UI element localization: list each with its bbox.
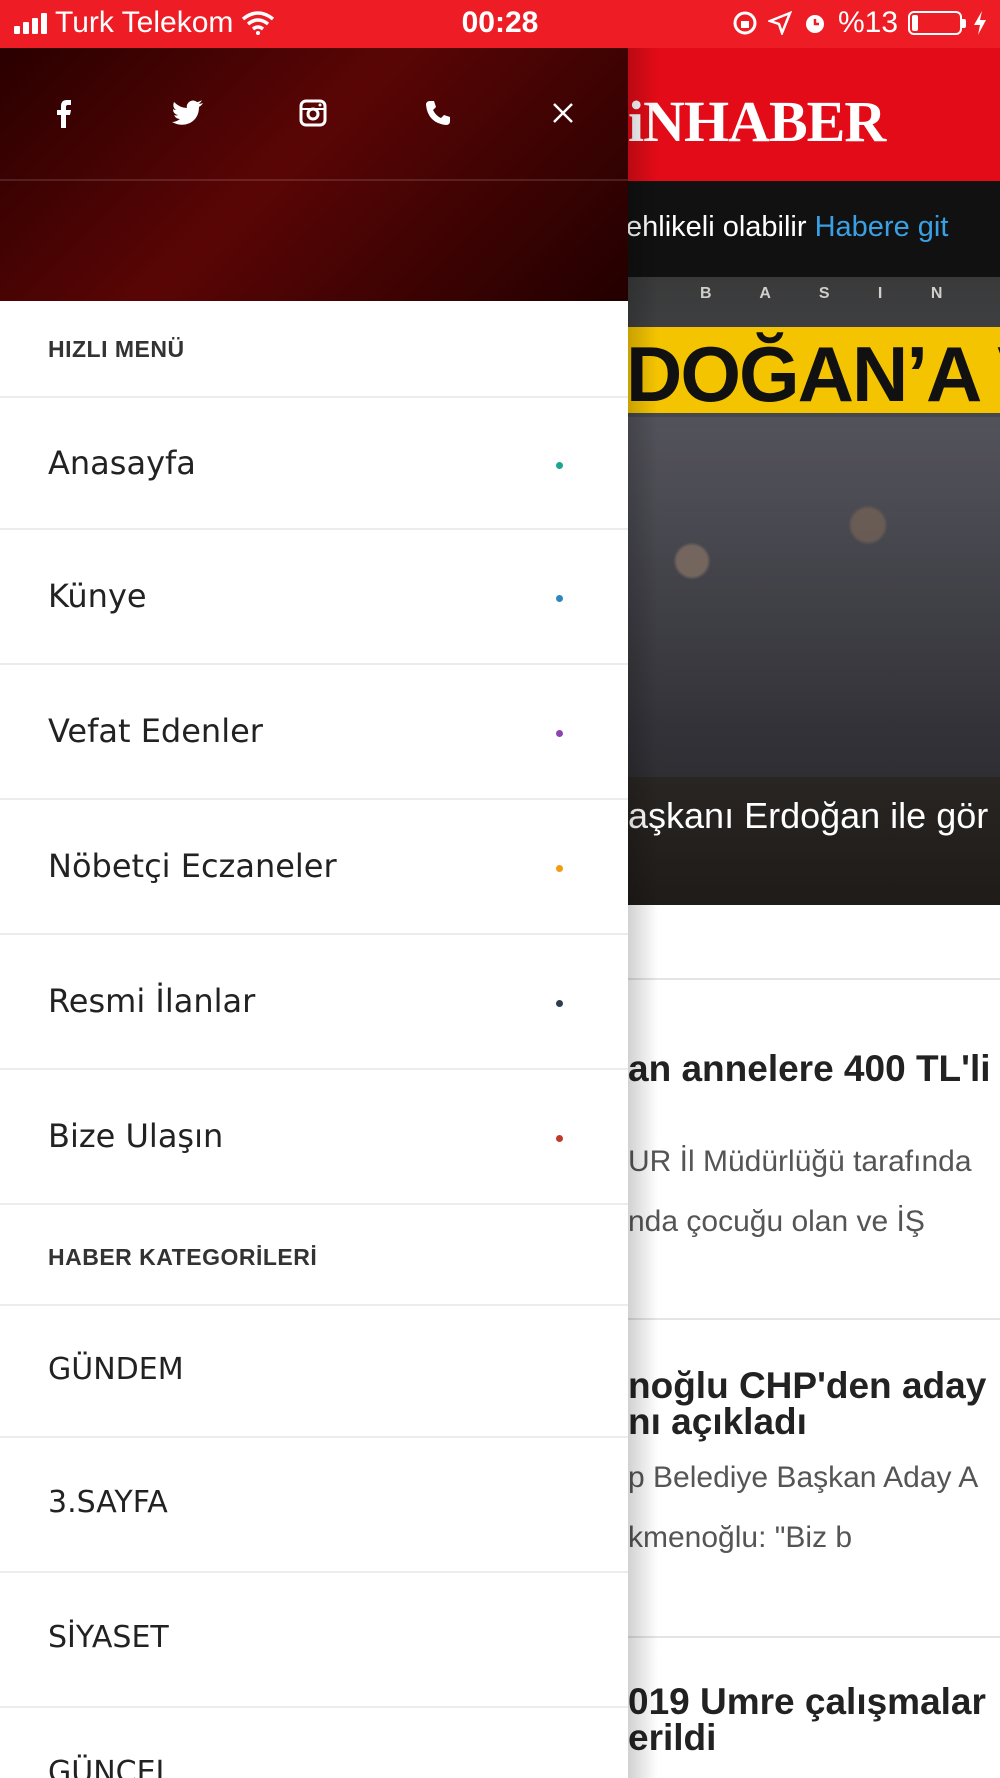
close-icon[interactable] (538, 88, 588, 138)
menu-item-label: Anasayfa (48, 444, 196, 482)
category-label: GÜNDEM (48, 1352, 184, 1387)
news-summary: UR İl Müdürlüğü tarafında nda çocuğu ola… (628, 1132, 972, 1252)
category-guncel[interactable]: GÜNCEL (0, 1709, 628, 1778)
menu-dot (556, 730, 563, 737)
site-logo[interactable]: iNHABER (628, 88, 886, 155)
hero-watermark: B A S I N (700, 285, 965, 302)
battery-icon (908, 11, 966, 35)
news-summary-line: p Belediye Başkan Aday A (628, 1461, 979, 1494)
drawer-shadow (628, 48, 658, 1778)
battery-percent: %13 (837, 6, 898, 39)
category-label: SİYASET (48, 1620, 169, 1655)
menu-dot (556, 595, 563, 602)
drawer-header (0, 48, 628, 301)
phone-icon[interactable] (413, 88, 463, 138)
menu-dot (556, 1000, 563, 1007)
quick-menu-heading: HIZLI MENÜ (48, 336, 185, 362)
menu-dot (556, 1135, 563, 1142)
facebook-icon[interactable] (38, 88, 88, 138)
charging-bolt-icon (974, 11, 986, 35)
news-summary-line: kmenoğlu: "Biz b (628, 1521, 853, 1554)
twitter-icon[interactable] (163, 88, 213, 138)
menu-item-label: Resmi İlanlar (48, 982, 256, 1020)
menu-item-resmi-ilanlar[interactable]: Resmi İlanlar (0, 936, 628, 1070)
ticker-link[interactable]: Habere git (815, 211, 949, 243)
category-3-sayfa[interactable]: 3.SAYFA (0, 1439, 628, 1573)
menu-item-label: Vefat Edenler (48, 712, 263, 750)
news-title: nı açıkladı (628, 1401, 807, 1442)
news-summary-line: UR İl Müdürlüğü tarafında (628, 1145, 972, 1178)
menu-item-kunye[interactable]: Künye (0, 531, 628, 665)
menu-item-bize-ulasin[interactable]: Bize Ulaşın (0, 1071, 628, 1205)
side-drawer: HIZLI MENÜ Anasayfa Künye Vefat Edenler … (0, 48, 628, 1778)
news-item[interactable]: 019 Umre çalışmalar erildi (628, 1681, 986, 1758)
orientation-lock-icon (733, 11, 757, 35)
category-siyaset[interactable]: SİYASET (0, 1574, 628, 1708)
menu-item-label: Nöbetçi Eczaneler (48, 847, 337, 885)
menu-item-vefat-edenler[interactable]: Vefat Edenler (0, 666, 628, 800)
status-bar: Turk Telekom 00:28 %13 (0, 0, 1000, 48)
menu-item-label: Bize Ulaşın (48, 1117, 224, 1155)
menu-item-anasayfa[interactable]: Anasayfa (0, 396, 628, 530)
news-item[interactable]: noğlu CHP'den aday nı açıkladı (628, 1365, 987, 1442)
instagram-icon[interactable] (288, 88, 338, 138)
news-title: 019 Umre çalışmalar (628, 1681, 986, 1722)
menu-item-label: Künye (48, 577, 147, 615)
news-title: an annelere 400 TL'li (628, 1048, 991, 1089)
category-label: GÜNCEL (48, 1755, 173, 1778)
drawer-header-divider (0, 179, 628, 181)
category-gundem[interactable]: GÜNDEM (0, 1304, 628, 1438)
news-title: noğlu CHP'den aday (628, 1365, 987, 1406)
news-item[interactable]: an annelere 400 TL'li (628, 1048, 991, 1089)
categories-heading: HABER KATEGORİLERİ (48, 1244, 318, 1270)
menu-dot (556, 462, 563, 469)
alarm-icon (805, 15, 824, 33)
menu-dot (556, 865, 563, 872)
menu-item-nobetci-eczaneler[interactable]: Nöbetçi Eczaneler (0, 801, 628, 935)
news-title: erildi (628, 1717, 717, 1758)
news-summary: p Belediye Başkan Aday A kmenoğlu: "Biz … (628, 1448, 978, 1568)
hero-caption[interactable]: aşkanı Erdoğan ile gör (628, 795, 988, 837)
category-label: 3.SAYFA (48, 1485, 168, 1520)
location-arrow-icon (767, 11, 792, 35)
news-summary-line: nda çocuğu olan ve İŞ (628, 1205, 925, 1238)
hero-banner-text: DOĞAN’A VI (626, 330, 1000, 418)
